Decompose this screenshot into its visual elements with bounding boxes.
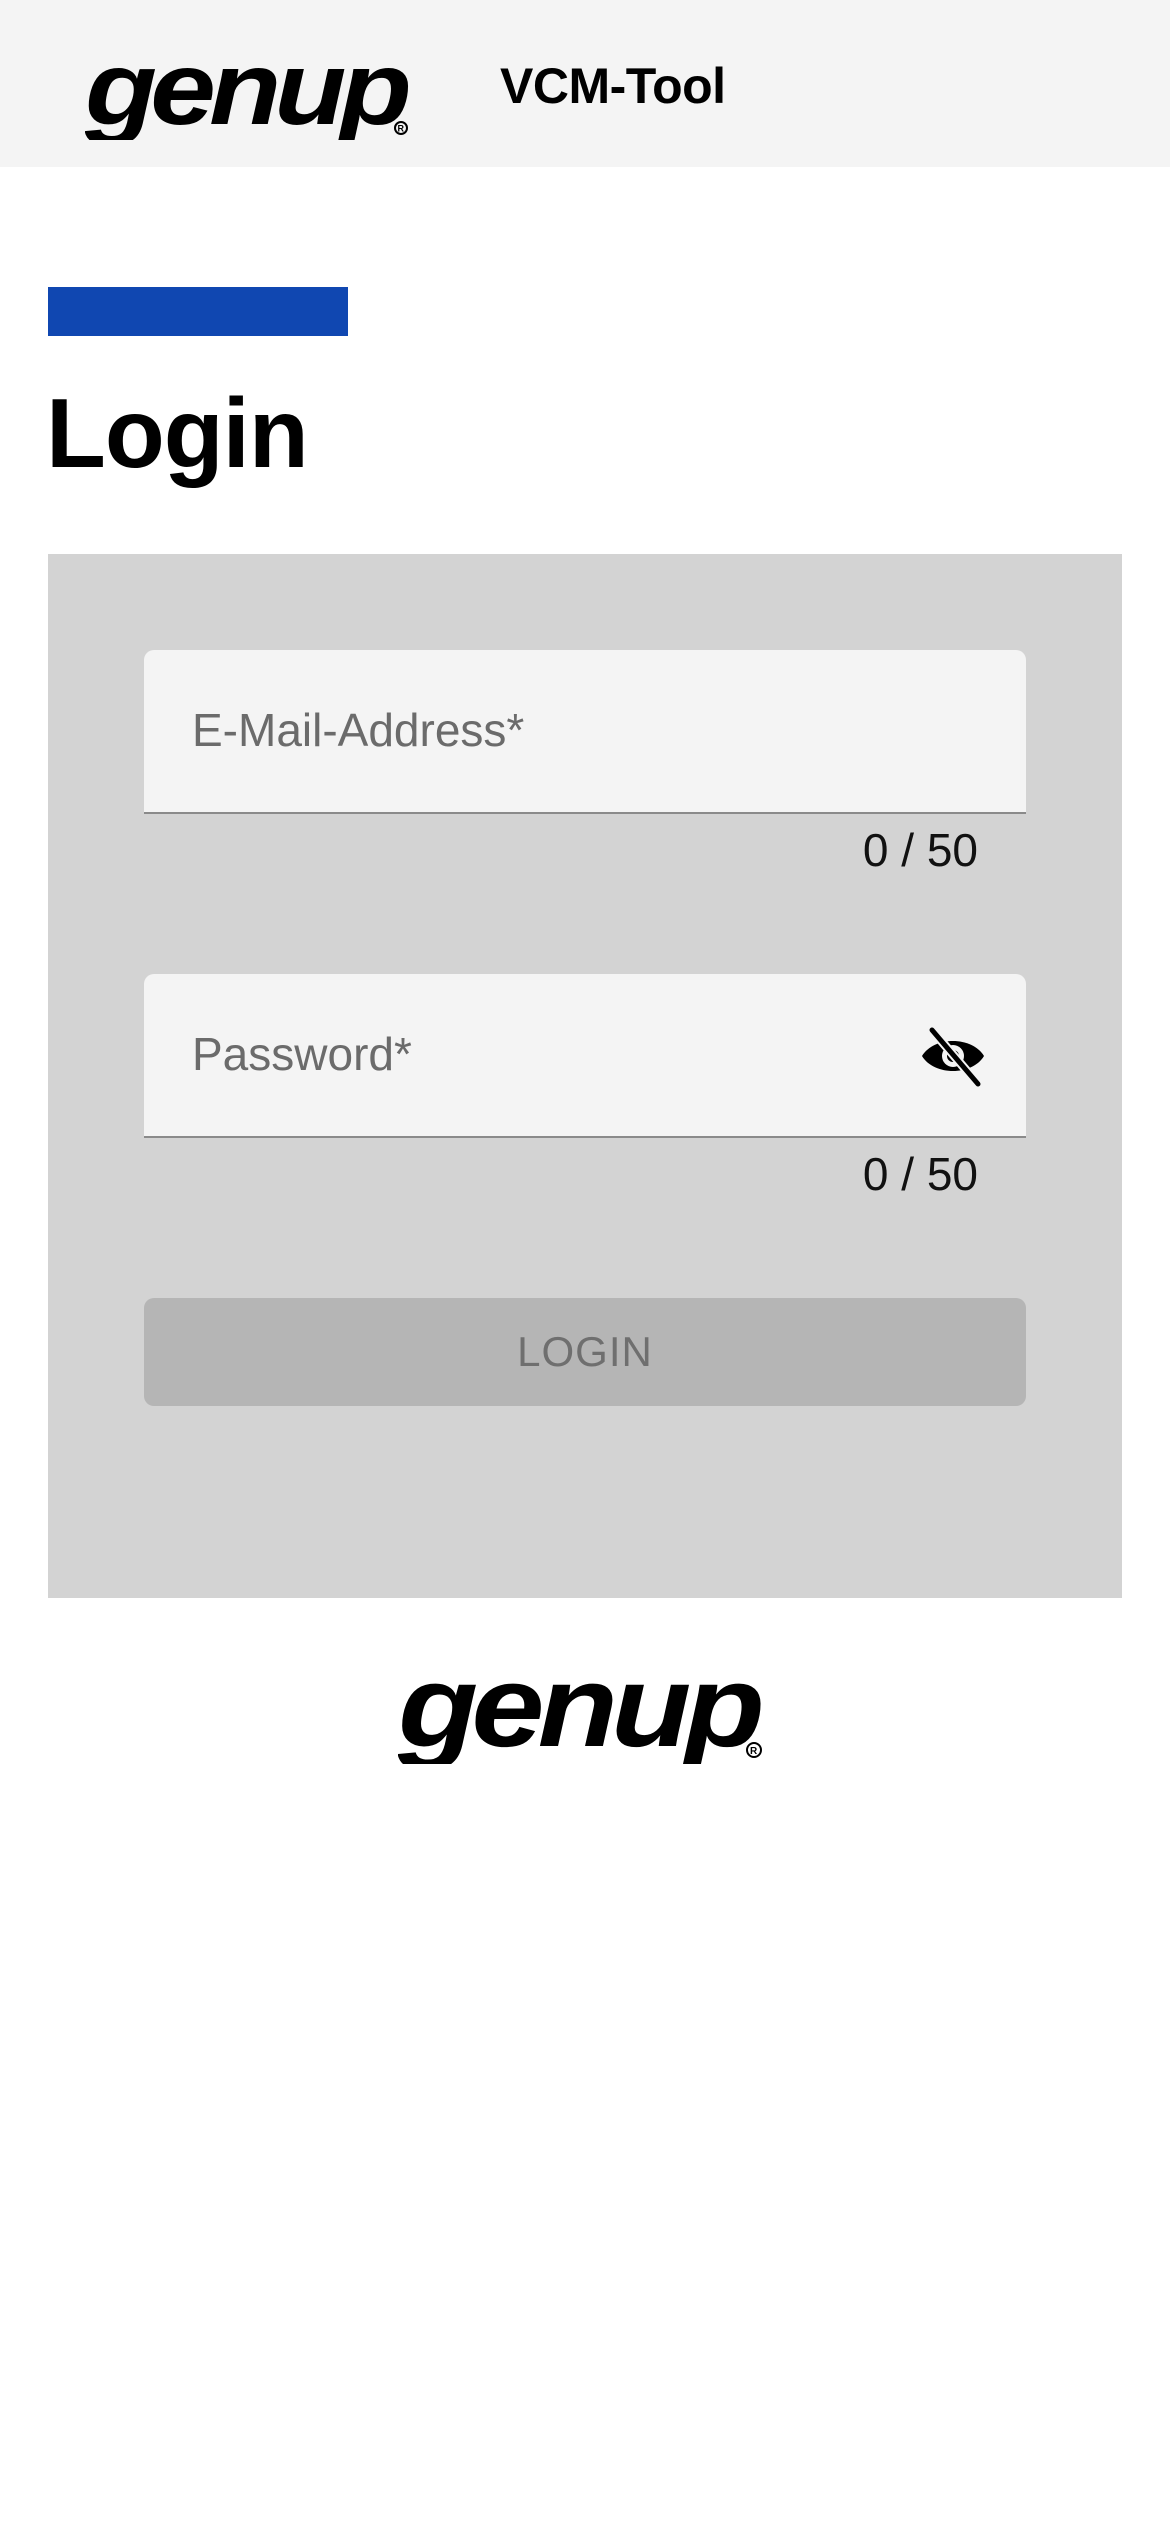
- eye-off-icon[interactable]: [918, 1024, 988, 1088]
- login-panel: 0 / 50 0 / 50 LOGIN: [48, 554, 1122, 1598]
- genup-footer-logo: genup R: [398, 1641, 768, 1764]
- password-char-counter: 0 / 50: [862, 1148, 978, 1200]
- title-accent-bar: [48, 287, 348, 336]
- email-char-counter: 0 / 50: [862, 824, 978, 876]
- svg-text:R: R: [750, 1746, 758, 1757]
- password-field[interactable]: [144, 974, 1026, 1138]
- genup-logo-text-gen: genup: [85, 31, 409, 140]
- login-button[interactable]: LOGIN: [144, 1298, 1026, 1406]
- page-title: Login: [46, 378, 309, 488]
- password-input[interactable]: [192, 1014, 892, 1094]
- email-input[interactable]: [192, 690, 892, 770]
- app-title: VCM-Tool: [500, 58, 726, 114]
- svg-text:R: R: [398, 124, 405, 134]
- email-field[interactable]: [144, 650, 1026, 814]
- genup-footer-logo-text: genup: [398, 1641, 762, 1764]
- genup-logo: genup R: [85, 31, 415, 140]
- app-header: genup R VCM-Tool: [0, 0, 1170, 167]
